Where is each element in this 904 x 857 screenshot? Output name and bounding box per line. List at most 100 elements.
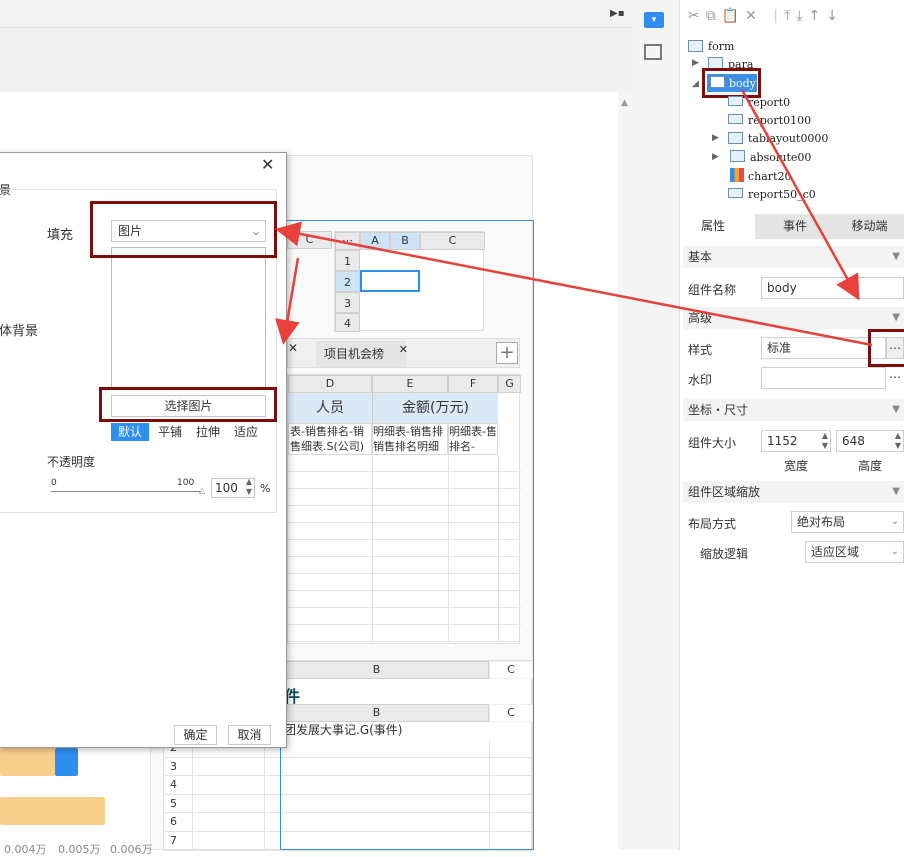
axis-label-3: 0.006万: [110, 843, 153, 856]
height-value: 648: [842, 434, 865, 448]
component-panel-icon[interactable]: ▾: [644, 12, 664, 28]
section-advanced[interactable]: 高级 ▼: [683, 307, 904, 329]
height-caption: 高度: [858, 459, 883, 473]
expand-icon[interactable]: ▶: [692, 58, 699, 68]
height-input[interactable]: 648 ▲ ▼: [836, 430, 904, 452]
tablayout-icon: [728, 132, 743, 144]
group-label: 景: [0, 181, 12, 198]
layout-select[interactable]: 绝对布局 ⌄: [791, 511, 904, 533]
collapse-icon[interactable]: ◢: [692, 79, 699, 89]
mode-fit[interactable]: 适应: [227, 423, 265, 441]
copy-icon[interactable]: ⧉: [706, 8, 722, 24]
tree-item-report50-c0[interactable]: report50_c0: [748, 188, 816, 201]
side-icon-strip: ▾: [632, 0, 680, 850]
report-icon: [728, 96, 743, 106]
stepper-arrows-icon[interactable]: ▲ ▼: [246, 477, 252, 497]
chart-bar-1: [0, 748, 55, 776]
tree-item-report0100[interactable]: report0100: [748, 114, 811, 127]
grid-line: [192, 757, 193, 776]
section-coord[interactable]: 坐标・尺寸 ▼: [683, 399, 904, 421]
tab-mobile[interactable]: 移动端: [835, 214, 904, 239]
chevron-down-icon: ▼: [892, 312, 900, 323]
collapse-icon[interactable]: ▶▪: [610, 8, 624, 19]
expand-icon[interactable]: ▶: [712, 152, 719, 162]
chevron-down-icon: ⌄: [890, 516, 899, 527]
ok-button[interactable]: 确定: [174, 725, 217, 745]
mode-tile[interactable]: 平铺: [151, 423, 189, 441]
move-top-icon[interactable]: ⤒: [784, 8, 796, 24]
section-basic-label: 基本: [688, 250, 713, 264]
watermark-more-button[interactable]: ⋯: [886, 367, 904, 389]
tree-item-chart20[interactable]: chart20: [748, 170, 791, 183]
section-scale-label: 组件区域缩放: [688, 485, 761, 499]
grid-line: [264, 832, 265, 850]
layout-panel-icon[interactable]: [644, 44, 662, 60]
move-down-icon[interactable]: ↓: [826, 8, 844, 24]
mode-stretch[interactable]: 拉伸: [189, 423, 227, 441]
size-label: 组件大小: [688, 436, 737, 450]
slider-max: 100: [177, 478, 195, 488]
opacity-label: 不透明度: [47, 455, 96, 469]
highlight-choose-image: [99, 387, 277, 422]
section-basic[interactable]: 基本 ▼: [683, 246, 904, 268]
stepper-arrows-icon[interactable]: ▲ ▼: [822, 431, 828, 451]
highlight-fill-select: [90, 201, 277, 258]
grid-line: [264, 776, 265, 794]
body-bg-label: 体背景: [0, 324, 39, 339]
tree-item-absolute00[interactable]: absolute00: [750, 151, 811, 164]
mode-default[interactable]: 默认: [111, 423, 149, 441]
tree-item-report0[interactable]: report0: [748, 96, 790, 109]
layout-label: 布局方式: [688, 517, 737, 531]
scale-logic-select[interactable]: 适应区域 ⌄: [805, 541, 904, 563]
close-icon[interactable]: ✕: [261, 155, 274, 174]
tree-toolbar: ✂⧉📋✕ |⤒⤓↑↓: [688, 8, 844, 24]
chevron-down-icon: ▼: [892, 486, 900, 497]
grid-line: [192, 794, 193, 813]
component-name-label: 组件名称: [688, 283, 737, 297]
grid-line: [264, 813, 265, 831]
expand-icon[interactable]: ▶: [712, 133, 719, 143]
report-icon: [728, 114, 743, 124]
axis-label-1: 0.004万: [4, 843, 47, 856]
row-header: 5: [170, 796, 177, 810]
vertical-scrollbar[interactable]: ▲: [618, 92, 632, 850]
width-value: 1152: [767, 434, 798, 448]
move-up-icon[interactable]: ↑: [808, 8, 826, 24]
grid-line: [264, 794, 265, 813]
grid-line: [264, 757, 265, 776]
tree-item-form[interactable]: form: [708, 40, 734, 53]
tab-events[interactable]: 事件: [755, 214, 835, 239]
slider-min: 0: [51, 478, 57, 488]
section-advanced-label: 高级: [688, 311, 713, 325]
paste-icon[interactable]: 📋: [722, 8, 745, 24]
cut-icon[interactable]: ✂: [688, 8, 706, 24]
width-input[interactable]: 1152 ▲ ▼: [761, 430, 831, 452]
body-selection-outline: [280, 220, 534, 850]
chart-bar-1b: [55, 748, 78, 776]
scale-logic-label: 缩放逻辑: [700, 547, 749, 561]
opacity-slider[interactable]: [51, 491, 201, 492]
canvas-toolbar: ▶▪: [0, 0, 632, 28]
chart-bar-2: [0, 797, 105, 825]
opacity-stepper[interactable]: 100 ▲ ▼: [211, 477, 255, 498]
slider-handle[interactable]: △: [199, 486, 205, 495]
report-icon: [728, 188, 743, 198]
tab-properties[interactable]: 属性: [683, 214, 743, 239]
section-scale[interactable]: 组件区域缩放 ▼: [683, 481, 904, 503]
grid-line: [192, 776, 193, 794]
watermark-input[interactable]: [761, 367, 886, 389]
highlight-style-more: [868, 329, 904, 367]
move-bottom-icon[interactable]: ⤓: [796, 8, 808, 24]
cancel-button[interactable]: 取消: [228, 725, 271, 745]
image-preview: [111, 247, 266, 389]
grid-line: [192, 832, 193, 850]
component-name-input[interactable]: body: [761, 277, 904, 299]
grid-line: [192, 813, 193, 831]
tree-item-tablayout0000[interactable]: tablayout0000: [748, 132, 828, 145]
width-caption: 宽度: [784, 459, 809, 473]
form-icon: [688, 40, 703, 52]
delete-icon[interactable]: ✕: [745, 8, 763, 24]
fill-label: 填充: [47, 228, 74, 243]
chevron-down-icon: ▼: [892, 251, 900, 262]
stepper-arrows-icon[interactable]: ▲ ▼: [895, 431, 901, 451]
